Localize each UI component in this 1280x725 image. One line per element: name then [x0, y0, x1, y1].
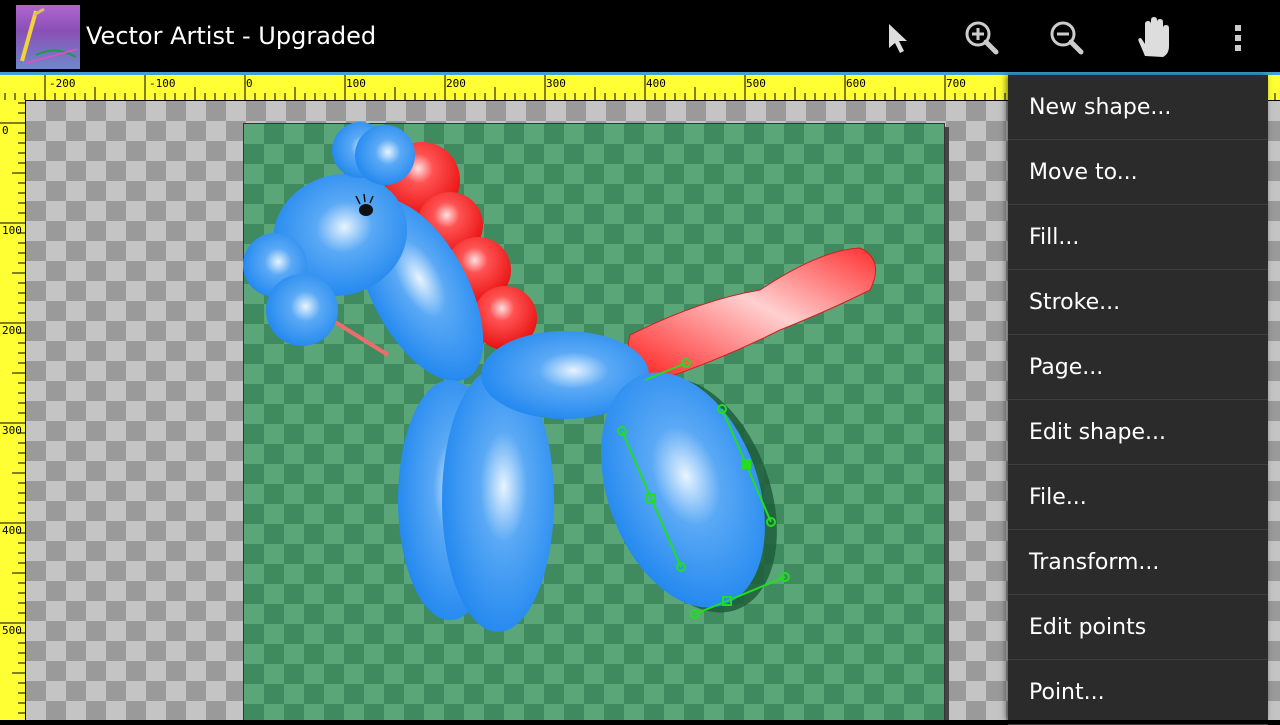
menu-item-move-to[interactable]: Move to...	[1008, 140, 1268, 205]
menu-item-transform[interactable]: Transform...	[1008, 530, 1268, 595]
ruler-label: 400	[2, 524, 22, 537]
ruler-label: 200	[2, 324, 22, 337]
menu-item-stroke[interactable]: Stroke...	[1008, 270, 1268, 335]
ruler-label: 700	[946, 77, 966, 90]
action-bar: Vector Artist - Upgraded	[0, 0, 1280, 75]
more-vert-icon	[1235, 25, 1241, 51]
ruler-label: 100	[2, 224, 22, 237]
ear-balloon[interactable]	[355, 125, 415, 185]
ruler-label: 100	[346, 77, 366, 90]
menu-item-edit-points[interactable]: Edit points	[1008, 595, 1268, 660]
zoom-out-button[interactable]	[1035, 8, 1099, 68]
menu-item-file[interactable]: File...	[1008, 465, 1268, 530]
zoom-in-icon	[965, 21, 999, 55]
vertical-ruler: 0 100 200 300 400 500	[0, 100, 26, 720]
ruler-label: 300	[546, 77, 566, 90]
tail-balloon[interactable]	[627, 247, 877, 381]
selected-anchor-point[interactable]	[741, 459, 751, 469]
eye	[359, 204, 373, 216]
ruler-label: -200	[49, 77, 76, 90]
hand-icon	[1138, 17, 1169, 57]
ruler-label: 400	[646, 77, 666, 90]
menu-item-page[interactable]: Page...	[1008, 335, 1268, 400]
pan-tool-button[interactable]	[1121, 8, 1185, 68]
rein-line	[333, 320, 390, 357]
menu-item-edit-shape[interactable]: Edit shape...	[1008, 400, 1268, 465]
menu-item-point[interactable]: Point...	[1008, 660, 1268, 725]
menu-item-fill[interactable]: Fill...	[1008, 205, 1268, 270]
ruler-label: 500	[746, 77, 766, 90]
select-tool-button[interactable]	[866, 8, 930, 68]
arrow-pointer-icon	[889, 24, 907, 53]
menu-item-new-shape[interactable]: New shape...	[1008, 75, 1268, 140]
muzzle-balloon[interactable]	[266, 274, 338, 346]
ruler-label: 0	[246, 77, 253, 90]
ruler-label: 600	[846, 77, 866, 90]
overflow-menu: New shape... Move to... Fill... Stroke..…	[1008, 75, 1268, 725]
ruler-label: 500	[2, 624, 22, 637]
app-title: Vector Artist - Upgraded	[86, 22, 377, 50]
ruler-label: 300	[2, 424, 22, 437]
zoom-out-icon	[1050, 21, 1084, 55]
ruler-label: -100	[149, 77, 176, 90]
app-pen-icon[interactable]	[16, 5, 80, 69]
overflow-menu-button[interactable]	[1206, 8, 1270, 68]
ruler-label: 0	[2, 124, 9, 137]
zoom-in-button[interactable]	[950, 8, 1014, 68]
ruler-label: 200	[446, 77, 466, 90]
